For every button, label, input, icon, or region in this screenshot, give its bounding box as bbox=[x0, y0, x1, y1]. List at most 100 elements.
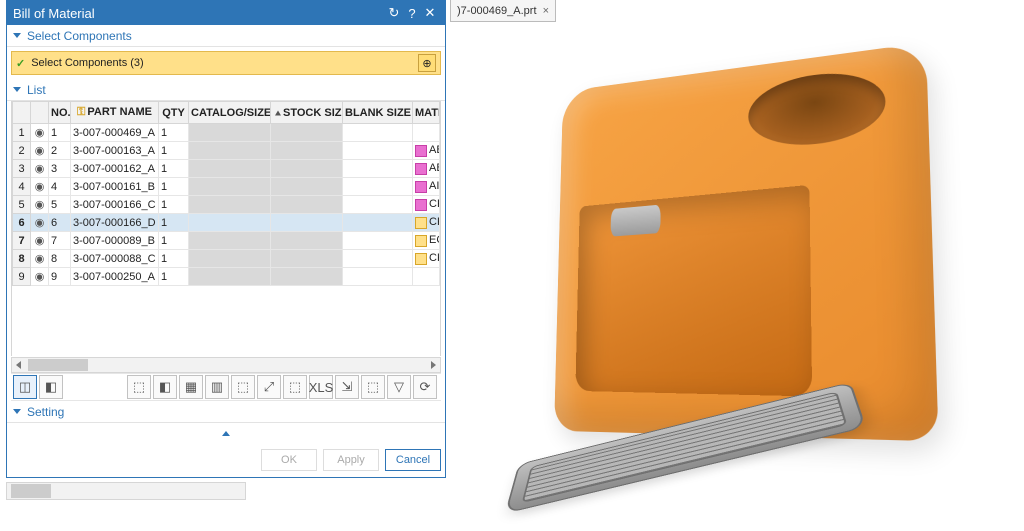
toolbar-button-8[interactable]: ⇲ bbox=[335, 375, 359, 399]
cell-stock[interactable] bbox=[271, 142, 343, 160]
col-material[interactable]: MATERIAL bbox=[413, 102, 440, 124]
col-no[interactable]: NO. bbox=[49, 102, 71, 124]
horizontal-scrollbar[interactable] bbox=[11, 357, 441, 373]
tab-close-icon[interactable]: × bbox=[543, 5, 549, 17]
cell-material[interactable]: CK MOD bbox=[413, 214, 440, 232]
cell-material[interactable] bbox=[413, 124, 440, 142]
cell-blank[interactable] bbox=[343, 250, 413, 268]
toolbar-mode-1[interactable]: ◫ bbox=[13, 375, 37, 399]
cell-material[interactable] bbox=[413, 268, 440, 286]
toolbar-button-1[interactable]: ◧ bbox=[153, 375, 177, 399]
close-icon[interactable]: ✕ bbox=[421, 5, 439, 21]
table-row[interactable]: 4◉43-007-000161_B1AISI_31 bbox=[13, 178, 440, 196]
visibility-icon[interactable]: ◉ bbox=[31, 142, 49, 160]
toolbar-mode-2[interactable]: ◧ bbox=[39, 375, 63, 399]
chevron-down-icon bbox=[13, 87, 21, 92]
cancel-button[interactable]: Cancel bbox=[385, 449, 441, 471]
col-visibility[interactable] bbox=[31, 102, 49, 124]
cell-stock[interactable] bbox=[271, 196, 343, 214]
table-row[interactable]: 9◉93-007-000250_A1 bbox=[13, 268, 440, 286]
cell-blank[interactable] bbox=[343, 160, 413, 178]
col-qty[interactable]: QTY bbox=[159, 102, 189, 124]
section-list[interactable]: List bbox=[7, 79, 445, 101]
toolbar-button-10[interactable]: ▽ bbox=[387, 375, 411, 399]
add-selection-icon[interactable]: ⊕ bbox=[418, 54, 436, 72]
cell-material[interactable]: CK MOD bbox=[413, 250, 440, 268]
cell-blank[interactable] bbox=[343, 124, 413, 142]
cell-stock[interactable] bbox=[271, 214, 343, 232]
refresh-icon[interactable]: ↻ bbox=[385, 5, 403, 21]
section-setting[interactable]: Setting bbox=[7, 401, 445, 423]
cell-catalog[interactable] bbox=[189, 268, 271, 286]
visibility-icon[interactable]: ◉ bbox=[31, 160, 49, 178]
toolbar-button-7[interactable]: XLS bbox=[309, 375, 333, 399]
visibility-icon[interactable]: ◉ bbox=[31, 124, 49, 142]
lower-scrollbar[interactable] bbox=[6, 482, 246, 500]
document-tab[interactable]: )7-000469_A.prt × bbox=[450, 0, 556, 22]
toolbar-button-3[interactable]: ▥ bbox=[205, 375, 229, 399]
select-components-bar[interactable]: ✓ Select Components (3) ⊕ bbox=[11, 51, 441, 75]
visibility-icon[interactable]: ◉ bbox=[31, 250, 49, 268]
cell-blank[interactable] bbox=[343, 214, 413, 232]
row-index: 6 bbox=[13, 214, 31, 232]
cell-blank[interactable] bbox=[343, 178, 413, 196]
table-row[interactable]: 2◉23-007-000163_A1ABS bbox=[13, 142, 440, 160]
cell-blank[interactable] bbox=[343, 196, 413, 214]
toolbar-button-11[interactable]: ⟳ bbox=[413, 375, 437, 399]
scroll-thumb[interactable] bbox=[28, 359, 88, 371]
toolbar-button-2[interactable]: ▦ bbox=[179, 375, 203, 399]
col-catalog[interactable]: CATALOG/SIZE bbox=[189, 102, 271, 124]
table-row[interactable]: 3◉33-007-000162_A1ABS bbox=[13, 160, 440, 178]
cell-stock[interactable] bbox=[271, 250, 343, 268]
cell-material[interactable]: ABS bbox=[413, 160, 440, 178]
cell-material[interactable]: ECOBLE bbox=[413, 232, 440, 250]
table-row[interactable]: 5◉53-007-000166_C1CK MOD bbox=[13, 196, 440, 214]
visibility-icon[interactable]: ◉ bbox=[31, 214, 49, 232]
visibility-icon[interactable]: ◉ bbox=[31, 268, 49, 286]
section-select-components[interactable]: Select Components bbox=[7, 25, 445, 47]
table-row[interactable]: 1◉13-007-000469_A1 bbox=[13, 124, 440, 142]
cell-stock[interactable] bbox=[271, 178, 343, 196]
visibility-icon[interactable]: ◉ bbox=[31, 232, 49, 250]
cell-material[interactable]: ABS bbox=[413, 142, 440, 160]
cell-catalog[interactable] bbox=[189, 214, 271, 232]
col-stock[interactable]: STOCK SIZE bbox=[271, 102, 343, 124]
apply-button[interactable]: Apply bbox=[323, 449, 379, 471]
table-row[interactable]: 6◉63-007-000166_D1CK MOD bbox=[13, 214, 440, 232]
cell-qty: 1 bbox=[159, 232, 189, 250]
cell-catalog[interactable] bbox=[189, 178, 271, 196]
cell-catalog[interactable] bbox=[189, 160, 271, 178]
graphics-viewport[interactable] bbox=[450, 22, 1024, 531]
cell-catalog[interactable] bbox=[189, 124, 271, 142]
cell-blank[interactable] bbox=[343, 232, 413, 250]
scroll-thumb[interactable] bbox=[11, 484, 51, 498]
cell-stock[interactable] bbox=[271, 160, 343, 178]
ok-button[interactable]: OK bbox=[261, 449, 317, 471]
cell-part-name: 3-007-000163_A bbox=[71, 142, 159, 160]
table-row[interactable]: 7◉73-007-000089_B1ECOBLE bbox=[13, 232, 440, 250]
collapse-handle[interactable] bbox=[7, 423, 445, 443]
table-row[interactable]: 8◉83-007-000088_C1CK MOD bbox=[13, 250, 440, 268]
cell-catalog[interactable] bbox=[189, 196, 271, 214]
toolbar-button-9[interactable]: ⬚ bbox=[361, 375, 385, 399]
toolbar-button-6[interactable]: ⬚ bbox=[283, 375, 307, 399]
cell-material[interactable]: CK MOD bbox=[413, 196, 440, 214]
col-blank[interactable]: BLANK SIZE bbox=[343, 102, 413, 124]
col-part-name[interactable]: ⚿PART NAME bbox=[71, 102, 159, 124]
help-icon[interactable]: ? bbox=[403, 6, 421, 21]
cell-blank[interactable] bbox=[343, 142, 413, 160]
model-cavity bbox=[575, 185, 812, 397]
cell-catalog[interactable] bbox=[189, 142, 271, 160]
visibility-icon[interactable]: ◉ bbox=[31, 178, 49, 196]
toolbar-button-4[interactable]: ⬚ bbox=[231, 375, 255, 399]
cell-stock[interactable] bbox=[271, 232, 343, 250]
cell-blank[interactable] bbox=[343, 268, 413, 286]
cell-catalog[interactable] bbox=[189, 250, 271, 268]
toolbar-button-0[interactable]: ⬚ bbox=[127, 375, 151, 399]
cell-stock[interactable] bbox=[271, 268, 343, 286]
cell-material[interactable]: AISI_31 bbox=[413, 178, 440, 196]
cell-stock[interactable] bbox=[271, 124, 343, 142]
toolbar-button-5[interactable]: ⤢ bbox=[257, 375, 281, 399]
cell-catalog[interactable] bbox=[189, 232, 271, 250]
visibility-icon[interactable]: ◉ bbox=[31, 196, 49, 214]
